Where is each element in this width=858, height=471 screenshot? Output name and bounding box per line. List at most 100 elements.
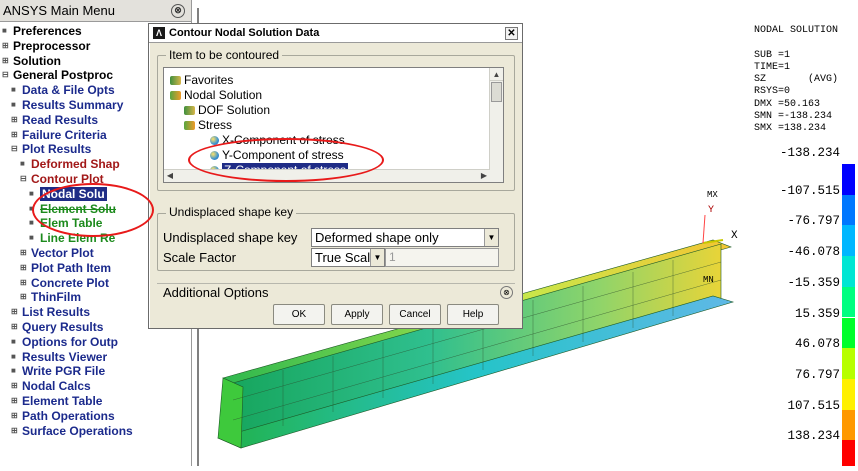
- menu-marker-icon: ⊞: [11, 425, 18, 435]
- tree-hscrollbar[interactable]: ◀ ▶: [164, 169, 490, 182]
- menu-item-label: Results Viewer: [22, 349, 108, 364]
- dropdown-icon: ▼: [484, 229, 498, 246]
- undisplaced-label: Undisplaced shape key: [163, 230, 298, 245]
- ok-button[interactable]: OK: [273, 304, 325, 325]
- menu-item-path-operations[interactable]: ⊞ Path Operations: [0, 409, 191, 424]
- menu-item-results-viewer[interactable]: ■ Results Viewer: [0, 350, 191, 365]
- scale-factor-number: 1: [389, 250, 396, 264]
- legend-color-swatch: [842, 348, 855, 379]
- tree-item-label: Favorites: [184, 73, 234, 87]
- menu-item-label: Preprocessor: [13, 38, 91, 53]
- menu-item-nodal-calcs[interactable]: ⊞ Nodal Calcs: [0, 379, 191, 394]
- sphere-icon: [210, 136, 219, 146]
- dropdown-icon: ▼: [370, 249, 384, 266]
- menu-marker-icon: ⊞: [20, 277, 27, 287]
- menu-marker-icon: ⊞: [20, 247, 27, 257]
- folder-icon: [184, 121, 195, 131]
- menu-marker-icon: ■: [29, 188, 34, 198]
- menu-item-label: ThinFilm: [31, 290, 81, 305]
- tree-item-dof-solution[interactable]: DOF Solution: [184, 103, 270, 118]
- legend-color-swatch: [842, 225, 855, 257]
- scale-factor-input: 1: [385, 248, 499, 267]
- solution-header-line: RSYS=0: [754, 86, 791, 98]
- menu-item-label: Contour Plot: [31, 171, 104, 186]
- max-label: MX: [707, 190, 718, 200]
- solution-header-line: SMX =138.234: [754, 123, 827, 135]
- tree-item-label: DOF Solution: [198, 103, 271, 117]
- tree-item-label: Nodal Solution: [184, 88, 263, 102]
- tree-item-label: X-Component of stress: [222, 133, 345, 147]
- contour-nodal-dialog: Λ Contour Nodal Solution Data ✕ Item to …: [148, 23, 523, 329]
- menu-marker-icon: ⊞: [11, 410, 18, 420]
- favorites-folder-icon: [184, 106, 195, 116]
- additional-options[interactable]: Additional Options ⊗: [157, 283, 515, 300]
- legend-value: 76.797: [794, 367, 840, 382]
- help-button[interactable]: Help: [447, 304, 499, 325]
- menu-item-label: Read Results: [22, 112, 99, 127]
- legend-color-swatch: [842, 317, 855, 349]
- legend-color-swatch: [842, 286, 855, 318]
- collapse-icon[interactable]: ⊗: [171, 3, 185, 18]
- menu-marker-icon: ■: [11, 336, 16, 346]
- scale-factor-select[interactable]: True Scale ▼: [311, 248, 385, 267]
- menu-item-label: Failure Criteria: [22, 127, 107, 142]
- legend-value: -138.234: [779, 146, 840, 160]
- scale-factor-label: Scale Factor: [163, 250, 236, 265]
- item-tree[interactable]: Favorites Nodal Solution DOF Solution Stres…: [163, 67, 504, 183]
- dialog-titlebar[interactable]: Λ Contour Nodal Solution Data ✕: [149, 24, 522, 43]
- tree-item-y-component-of-stress[interactable]: Y-Component of stress: [210, 148, 344, 163]
- dialog-title: Contour Nodal Solution Data: [169, 27, 320, 39]
- solution-header-line: [754, 37, 838, 49]
- menu-item-label: Nodal Calcs: [22, 379, 91, 394]
- menu-marker-icon: ■: [11, 99, 16, 109]
- menu-marker-icon: ⊞: [20, 262, 27, 272]
- axis-x-label: X: [731, 230, 738, 242]
- close-icon[interactable]: ✕: [505, 26, 518, 40]
- solution-header-line: NODAL SOLUTION: [754, 25, 839, 36]
- menu-item-surface-operations[interactable]: ⊞ Surface Operations: [0, 424, 191, 439]
- main-menu-header: ANSYS Main Menu ⊗: [0, 0, 191, 22]
- expand-icon[interactable]: ⊗: [500, 286, 513, 299]
- cancel-button[interactable]: Cancel: [389, 304, 441, 325]
- legend-value: 107.515: [787, 398, 840, 413]
- menu-marker-icon: ⊞: [11, 114, 18, 124]
- menu-marker-icon: ■: [11, 366, 16, 376]
- tree-item-stress[interactable]: Stress: [184, 118, 232, 133]
- tree-item-favorites[interactable]: Favorites: [170, 73, 233, 88]
- legend-color-swatch: [842, 164, 855, 195]
- menu-marker-icon: ■: [29, 203, 34, 213]
- menu-item-label: Vector Plot: [31, 245, 94, 260]
- solution-header-line: SZ (AVG): [754, 74, 839, 86]
- menu-marker-icon: ■: [29, 233, 34, 243]
- undisplaced-value: Deformed shape only: [315, 230, 439, 245]
- undisplaced-select[interactable]: Deformed shape only ▼: [311, 228, 499, 247]
- menu-item-label: Write PGR File: [22, 364, 106, 379]
- legend-color-swatch: [842, 194, 855, 226]
- legend-value: -107.515: [779, 183, 840, 198]
- menu-marker-icon: ⊞: [11, 395, 18, 405]
- menu-item-label: Concrete Plot: [31, 275, 110, 290]
- apply-button[interactable]: Apply: [331, 304, 383, 325]
- menu-item-label: Solution: [13, 53, 61, 68]
- axis-triad: [702, 214, 724, 244]
- menu-item-label: Preferences: [13, 24, 82, 38]
- legend-value: -46.078: [787, 245, 840, 260]
- solution-header-line: SMN =-138.234: [754, 111, 833, 123]
- menu-item-label: Path Operations: [22, 408, 115, 423]
- menu-item-label: Surface Operations: [22, 423, 133, 438]
- menu-marker-icon: ⊟: [20, 173, 27, 183]
- min-label: MN: [703, 275, 714, 285]
- tree-item-label: Y-Component of stress: [222, 148, 344, 162]
- menu-item-element-table[interactable]: ⊞ Element Table: [0, 394, 191, 409]
- tree-item-nodal-solution[interactable]: Nodal Solution: [170, 88, 262, 103]
- tree-item-x-component-of-stress[interactable]: X-Component of stress: [210, 133, 345, 148]
- item-group-label: Item to be contoured: [166, 48, 283, 62]
- menu-marker-icon: ⊞: [11, 321, 18, 331]
- tree-vscrollbar[interactable]: ▲: [489, 68, 503, 182]
- axis-y-label: Y: [708, 205, 715, 216]
- menu-item-options-for-outp[interactable]: ■ Options for Outp: [0, 335, 191, 350]
- solution-header-line: DMX =50.163: [754, 98, 821, 110]
- menu-item-write-pgr-file[interactable]: ■ Write PGR File: [0, 364, 191, 379]
- solution-header-line: TIME=1: [754, 61, 791, 73]
- menu-marker-icon: ⊞: [20, 292, 27, 302]
